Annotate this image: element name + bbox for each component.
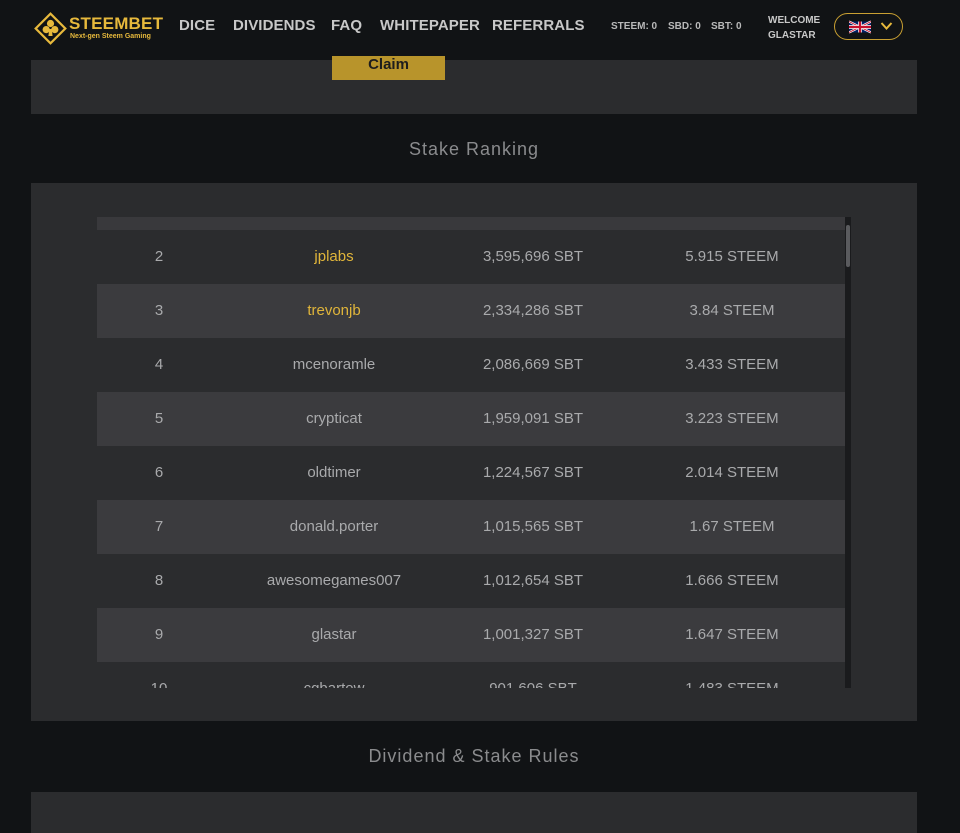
username-cell[interactable]: glastar (221, 608, 447, 662)
rank-cell: 5 (154, 410, 164, 427)
stake-cell: 1,224,567 SBT (482, 464, 584, 481)
table-header (97, 217, 845, 230)
username-cell[interactable]: donald.porter (221, 500, 447, 554)
sbd-balance: SBD: 0 (668, 21, 701, 32)
rank-cell: 10 (97, 662, 221, 688)
club-logo-icon (34, 12, 67, 45)
stake-cell: 3,595,696 SBT (482, 248, 584, 265)
brand-name: STEEMBET (69, 14, 164, 33)
table-row: 10cgbartow901,606 SBT1.483 STEEM (97, 662, 845, 688)
rank-cell: 3 (154, 302, 164, 319)
sbt-balance: SBT: 0 (711, 21, 742, 32)
brand-tagline: Next-gen Steem Gaming (70, 33, 151, 40)
nav-link-referrals[interactable]: REFERRALS (492, 17, 585, 34)
reward-cell: 3.433 STEEM (685, 356, 779, 373)
dividend-rules-panel (31, 792, 917, 833)
scrollbar-thumb[interactable] (846, 225, 850, 267)
brand-logo[interactable]: STEEMBET Next-gen Steem Gaming (34, 12, 174, 45)
rank-cell: 4 (154, 356, 164, 373)
reward-cell: 2.014 STEEM (685, 464, 779, 481)
stake-cell: 1,015,565 SBT (482, 518, 584, 535)
stake-cell: 2,334,286 SBT (482, 302, 584, 319)
steem-balance: STEEM: 0 (611, 21, 658, 32)
username-cell[interactable]: cgbartow (221, 662, 447, 688)
stake-ranking-panel: 2 jplabs 3,595,696 SBT 5.915 STEEM 3 trevonjb… (31, 183, 917, 721)
stake-cell: 1,012,654 SBT (482, 572, 584, 589)
language-selector[interactable] (834, 13, 903, 40)
rank-cell: 8 (154, 572, 164, 589)
username-cell[interactable]: mcenoramle (221, 338, 447, 392)
dividend-rules-title: Dividend & Stake Rules (368, 746, 580, 766)
stake-cell: 1,001,327 SBT (482, 626, 584, 643)
reward-cell: 1.483 STEEM (619, 662, 845, 688)
rank-cell: 7 (154, 518, 164, 535)
rank-cell: 6 (154, 464, 164, 481)
reward-cell: 3.223 STEEM (685, 410, 779, 427)
ranking-scrollbar[interactable] (845, 217, 851, 688)
reward-cell: 1.67 STEEM (689, 518, 775, 535)
stake-cell: 901,606 SBT (447, 662, 619, 688)
table-row: 9 glastar 1,001,327 SBT 1.647 STEEM (97, 608, 845, 662)
table-row: 3 trevonjb 2,334,286 SBT 3.84 STEEM (97, 284, 845, 338)
stake-ranking-title: Stake Ranking (408, 139, 540, 159)
reward-cell: 1.666 STEEM (685, 572, 779, 589)
welcome-user: WELCOME GLASTAR (768, 13, 820, 43)
table-row: 8 awesomegames007 1,012,654 SBT 1.666 STEEM (97, 554, 845, 608)
rank-cell: 9 (154, 626, 164, 643)
username: GLASTAR (768, 30, 816, 41)
stake-cell: 1,959,091 SBT (482, 410, 584, 427)
table-row: 6 oldtimer 1,224,567 SBT 2.014 STEEM (97, 446, 845, 500)
table-row: 5 crypticat 1,959,091 SBT 3.223 STEEM (97, 392, 845, 446)
username-cell[interactable]: trevonjb (221, 284, 447, 338)
nav-link-dividends[interactable]: DIVIDENDS (233, 17, 316, 34)
reward-cell: 5.915 STEEM (685, 248, 779, 265)
table-row: 2 jplabs 3,595,696 SBT 5.915 STEEM (97, 230, 845, 284)
nav-link-dice[interactable]: DICE (179, 17, 215, 34)
nav-link-faq[interactable]: FAQ (331, 17, 362, 34)
reward-cell: 1.647 STEEM (685, 626, 779, 643)
top-navbar: STEEMBET Next-gen Steem Gaming DICE DIVI… (0, 0, 960, 56)
username-cell[interactable]: crypticat (221, 392, 447, 446)
username-cell[interactable]: awesomegames007 (221, 554, 447, 608)
uk-flag-icon (849, 20, 871, 34)
username-cell[interactable]: oldtimer (221, 446, 447, 500)
dividend-claim-panel: Claim (31, 50, 917, 114)
stake-ranking-table[interactable]: 2 jplabs 3,595,696 SBT 5.915 STEEM 3 trevonjb… (97, 217, 845, 688)
nav-link-whitepaper[interactable]: WHITEPAPER (380, 17, 480, 34)
username-cell[interactable]: jplabs (221, 230, 447, 284)
welcome-label: WELCOME (768, 15, 821, 26)
stake-cell: 2,086,669 SBT (482, 356, 584, 373)
reward-cell: 3.84 STEEM (689, 302, 775, 319)
rank-cell: 2 (154, 248, 164, 265)
chevron-down-icon (880, 22, 893, 30)
table-row: 7 donald.porter 1,015,565 SBT 1.67 STEEM (97, 500, 845, 554)
table-row: 4 mcenoramle 2,086,669 SBT 3.433 STEEM (97, 338, 845, 392)
